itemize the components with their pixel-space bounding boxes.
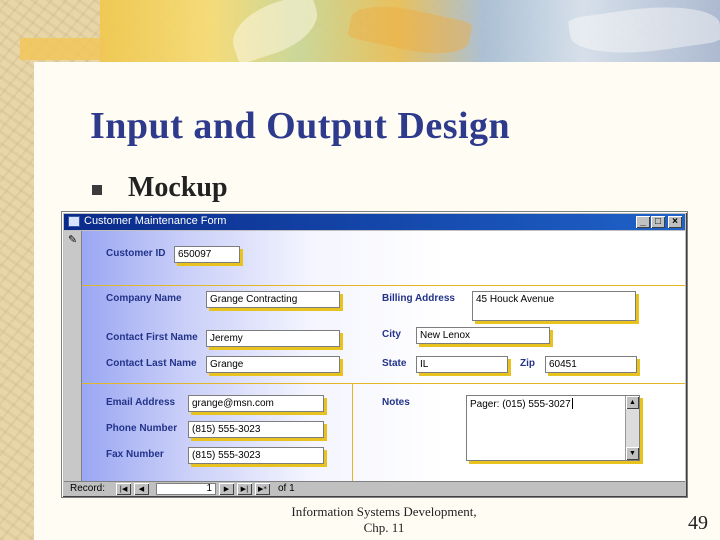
record-selector[interactable]: ✎ — [64, 231, 82, 481]
new-record-icon[interactable]: ▶* — [255, 483, 270, 495]
billing-address-label: Billing Address — [382, 293, 455, 304]
zip-field[interactable]: 60451 — [545, 356, 637, 373]
fax-number-label: Fax Number — [106, 449, 164, 460]
scroll-up-icon[interactable]: ▲ — [626, 396, 639, 409]
email-address-label: Email Address — [106, 397, 176, 408]
footer-line-1: Information Systems Development, — [291, 504, 477, 519]
contact-last-name-label: Contact Last Name — [106, 358, 197, 369]
previous-record-icon[interactable]: ◀ — [134, 483, 149, 495]
company-name-label: Company Name — [106, 293, 182, 304]
company-name-field[interactable]: Grange Contracting — [206, 291, 340, 308]
form-client-area: ✎ Customer ID 650097 Company Name Grange… — [64, 231, 685, 481]
current-record-input[interactable]: 1 — [156, 483, 216, 495]
close-button[interactable]: × — [668, 216, 682, 228]
contact-first-name-label: Contact First Name — [106, 332, 198, 343]
customer-id-field[interactable]: 650097 — [174, 246, 240, 263]
window-titlebar[interactable]: Customer Maintenance Form _ □ × — [64, 214, 685, 230]
leaf-decoration — [567, 0, 720, 63]
notes-scrollbar[interactable]: ▲ ▼ — [625, 396, 639, 460]
record-label: Record: — [70, 483, 106, 494]
decorative-strip — [20, 38, 105, 60]
phone-number-label: Phone Number — [106, 423, 178, 434]
fax-number-field[interactable]: (815) 555-3023 — [188, 447, 324, 464]
contact-first-name-field[interactable]: Jeremy — [206, 330, 340, 347]
slide-footer: Information Systems Development, Chp. 11 — [270, 504, 498, 536]
customer-maintenance-window: Customer Maintenance Form _ □ × ✎ Custom… — [61, 211, 688, 498]
slide-title: Input and Output Design — [90, 105, 511, 147]
leaf-decoration — [347, 0, 473, 63]
minimize-button[interactable]: _ — [636, 216, 650, 228]
phone-number-field[interactable]: (815) 555-3023 — [188, 421, 324, 438]
billing-address-field[interactable]: 45 Houck Avenue — [472, 291, 636, 321]
bullet-text: Mockup — [128, 172, 228, 203]
state-field[interactable]: IL — [416, 356, 508, 373]
record-count: of 1 — [278, 483, 295, 494]
record-navigation-bar: Record: |◀ ◀ 1 ▶ ▶| ▶* of 1 — [64, 481, 685, 496]
customer-id-label: Customer ID — [106, 248, 166, 259]
first-record-icon[interactable]: |◀ — [116, 483, 131, 495]
form-detail: Customer ID 650097 Company Name Grange C… — [82, 231, 685, 481]
leaf-decoration — [224, 0, 326, 65]
state-label: State — [382, 358, 407, 369]
decorative-banner — [100, 0, 720, 65]
scroll-down-icon[interactable]: ▼ — [626, 447, 639, 460]
notes-label: Notes — [382, 397, 410, 408]
next-record-icon[interactable]: ▶ — [219, 483, 234, 495]
last-record-icon[interactable]: ▶| — [237, 483, 252, 495]
window-title: Customer Maintenance Form — [84, 215, 227, 227]
city-field[interactable]: New Lenox — [416, 327, 550, 344]
section-divider — [82, 285, 685, 286]
footer-line-2: Chp. 11 — [363, 520, 405, 535]
pencil-icon: ✎ — [68, 233, 78, 246]
bullet-marker-icon — [92, 185, 102, 195]
page-number: 49 — [688, 512, 708, 534]
section-divider — [82, 383, 685, 384]
maximize-button[interactable]: □ — [651, 216, 665, 228]
email-address-field[interactable]: grange@msn.com — [188, 395, 324, 412]
city-label: City — [382, 329, 401, 340]
zip-label: Zip — [520, 358, 535, 369]
form-icon — [68, 216, 80, 227]
text-caret — [571, 398, 573, 409]
notes-field[interactable]: Pager: (015) 555-3027 ▲ ▼ — [466, 395, 640, 461]
contact-last-name-field[interactable]: Grange — [206, 356, 340, 373]
notes-text: Pager: (015) 555-3027 — [470, 399, 571, 410]
column-divider — [352, 383, 353, 481]
